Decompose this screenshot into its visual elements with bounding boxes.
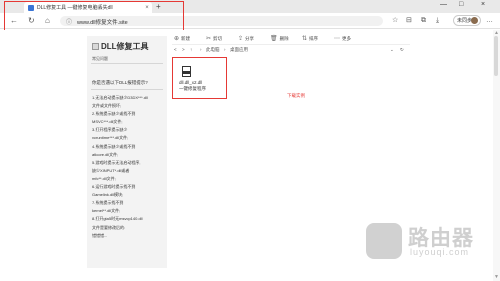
list-item: 2.系统提示缺少或找不到 bbox=[92, 111, 136, 117]
dll-question: 你是否遇以下DLL报错提示? bbox=[92, 80, 148, 85]
router-logo-icon bbox=[366, 223, 402, 259]
breadcrumb-this-pc[interactable]: 此电脑 bbox=[206, 47, 220, 53]
maximize-icon[interactable]: □ bbox=[459, 1, 463, 9]
list-item: MSVC***.dll文件; bbox=[92, 119, 123, 125]
page-scrollbar[interactable]: ▲ ▼ bbox=[493, 30, 500, 281]
close-window-icon[interactable]: × bbox=[481, 1, 485, 9]
menu-icon[interactable]: … bbox=[486, 16, 493, 25]
dll-logo-icon bbox=[92, 43, 99, 50]
list-item: 错错错... bbox=[92, 232, 108, 238]
list-item: 1.无法启动提示缺少D3DX***.dll bbox=[92, 95, 148, 100]
refresh-folder-icon[interactable]: ↻ bbox=[400, 47, 404, 53]
list-item: 文件或文件损坏; bbox=[92, 103, 122, 109]
breadcrumb-separator: › bbox=[224, 47, 226, 52]
extensions-icon[interactable]: ⧉ bbox=[421, 16, 426, 25]
list-item: Gamelink.dll模块; bbox=[92, 192, 124, 198]
scroll-thumb[interactable] bbox=[494, 36, 498, 76]
profile-label: 未同步 bbox=[457, 18, 473, 24]
collections-icon[interactable]: ⊟ bbox=[406, 16, 412, 25]
list-item: kernel**.dll文件; bbox=[92, 208, 121, 214]
dropdown-icon[interactable]: ⌄ bbox=[390, 47, 394, 53]
list-item: 5.游戏时提示无法启动程序, bbox=[92, 159, 141, 165]
divider bbox=[91, 89, 163, 90]
file-name: dll.dll_x2.dll 一键修复程序 bbox=[179, 80, 206, 91]
minimize-icon[interactable]: — bbox=[440, 1, 447, 9]
list-item: 缺少XINPUT*.dll或者 bbox=[92, 167, 130, 173]
dll-logo: DLL修复工具 bbox=[92, 41, 149, 52]
trash-icon: 🗑 bbox=[270, 36, 278, 42]
divider bbox=[91, 63, 163, 64]
list-item: mfc**.dll文件; bbox=[92, 175, 116, 181]
scissors-icon: ✂ bbox=[206, 36, 212, 42]
nav-up-icon[interactable]: ↑ bbox=[190, 47, 192, 52]
sort-button[interactable]: ⇅ 排序 bbox=[302, 35, 318, 43]
cut-button[interactable]: ✂ 剪切 bbox=[206, 35, 222, 43]
dll-panel: DLL修复工具 常见问题 你是否遇以下DLL报错提示? 1.无法启动提示缺少D3… bbox=[87, 36, 167, 268]
scroll-down-icon[interactable]: ▼ bbox=[494, 274, 499, 280]
more-button[interactable]: ⋯ 更多 bbox=[334, 35, 351, 43]
breadcrumb-folder[interactable]: 桌面应用 bbox=[230, 47, 248, 53]
watermark-url: luyouqi.com bbox=[410, 247, 470, 257]
list-item: vcruntime***.dll文件; bbox=[92, 135, 129, 141]
delete-button[interactable]: 🗑 删除 bbox=[270, 35, 289, 43]
breadcrumb-separator: › bbox=[200, 47, 202, 52]
list-item: 4.系统提示缺少或找不到 bbox=[92, 143, 136, 149]
share-button[interactable]: ⇪ 分享 bbox=[238, 35, 254, 43]
dll-subtitle: 常见问题 bbox=[92, 56, 108, 61]
list-item: 7.系统提示找不到 bbox=[92, 200, 124, 206]
more-icon: ⋯ bbox=[334, 36, 340, 42]
share-icon: ⇪ bbox=[238, 36, 244, 42]
avatar bbox=[471, 17, 478, 24]
favorites-icon[interactable]: ☆ bbox=[392, 16, 398, 25]
breadcrumb: < > ↑ › 此电脑 › 桌面应用 ⌄ ↻ bbox=[172, 45, 410, 55]
download-icon[interactable]: ⤓ bbox=[436, 16, 439, 25]
sort-icon: ⇅ bbox=[302, 36, 308, 42]
list-item: 文件是要修改后的: bbox=[92, 224, 126, 230]
dll-file-icon bbox=[182, 66, 191, 77]
list-item: 3.打开程序提示缺少 bbox=[92, 127, 128, 133]
profile-button[interactable]: 未同步 bbox=[453, 15, 481, 26]
dll-title: DLL修复工具 bbox=[101, 42, 149, 51]
nav-forward-icon[interactable]: > bbox=[182, 47, 185, 52]
explorer-toolbar: ⊕ 新建 ✂ 剪切 ⇪ 分享 🗑 删除 ⇅ 排序 ⋯ 更多 bbox=[172, 33, 410, 45]
list-item: 6.运行游戏时提示找不到 bbox=[92, 184, 136, 190]
highlight-box-address bbox=[4, 1, 184, 31]
download-example-label: 下载实例 bbox=[287, 93, 305, 98]
list-item: atlcore.dll文件; bbox=[92, 151, 119, 157]
plus-icon: ⊕ bbox=[174, 36, 180, 42]
nav-back-icon[interactable]: < bbox=[174, 47, 177, 52]
new-button[interactable]: ⊕ 新建 bbox=[174, 35, 190, 43]
dll-file-item[interactable]: dll.dll_x2.dll 一键修复程序 bbox=[172, 57, 227, 99]
dll-error-list: 1.无法启动提示缺少D3DX***.dll 文件或文件损坏; 2.系统提示缺少或… bbox=[92, 94, 166, 240]
list-item: 8.打开gta5时无msvcp140.dll bbox=[92, 216, 143, 222]
